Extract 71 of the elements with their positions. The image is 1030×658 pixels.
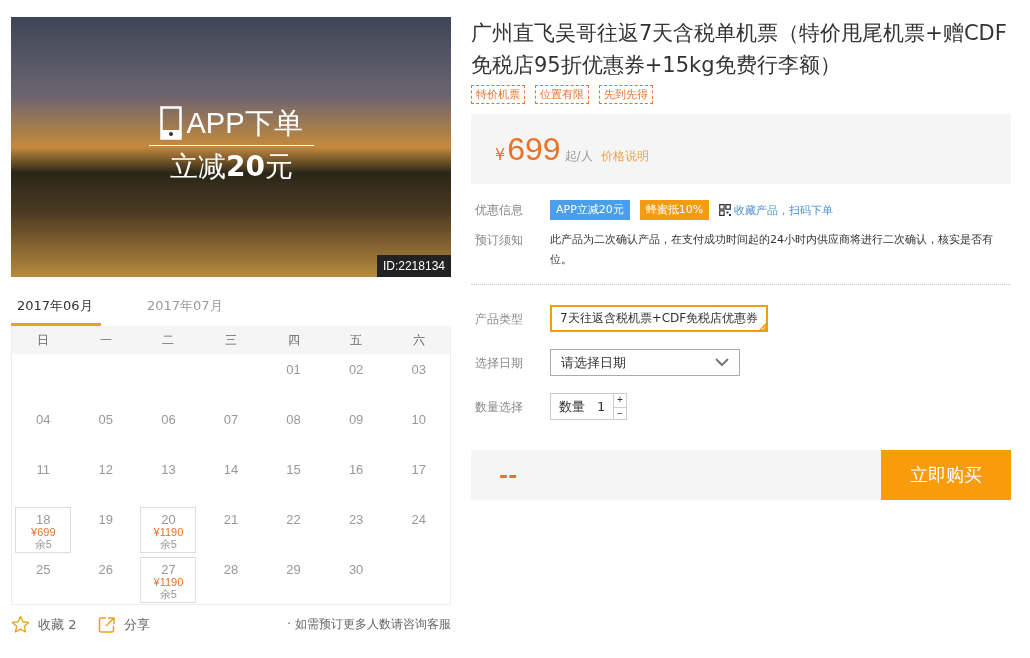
star-icon xyxy=(11,615,30,634)
booking-notice: 此产品为二次确认产品，在支付成功时间起的24小时内供应商将进行二次确认，核实是否有位。 xyxy=(550,232,994,268)
field-label: 数量选择 xyxy=(474,398,524,416)
calendar-day[interactable]: 02 xyxy=(348,357,364,377)
calendar-day[interactable]: 13 xyxy=(161,457,176,477)
calendar-day[interactable]: 14 xyxy=(223,457,239,477)
calendar-day[interactable]: 08 xyxy=(286,407,301,427)
calendar-day[interactable]: 03 xyxy=(411,357,426,377)
product-title: 广州直飞吴哥往返7天含税单机票（特价甩尾机票+赠CDF免税店95折优惠券+15kg免费行李额） xyxy=(471,20,1008,79)
weekday-label: 五 xyxy=(349,331,364,349)
chevron-down-icon xyxy=(715,358,729,367)
weekday-label: 一 xyxy=(98,331,113,349)
favorite-button[interactable]: 收藏 2 xyxy=(11,615,77,634)
date-select[interactable]: 请选择日期 xyxy=(550,349,740,376)
product-tag: 特价机票 xyxy=(471,85,525,104)
calendar-day[interactable]: 11 xyxy=(36,457,51,477)
calendar-day[interactable]: 04 xyxy=(36,407,51,427)
calendar-day[interactable]: 22 xyxy=(286,507,301,527)
banner-discount: 立减20元 xyxy=(170,149,293,185)
field-label: 优惠信息 xyxy=(474,202,524,219)
calendar-day[interactable]: 28 xyxy=(223,557,239,577)
booking-note: · 如需预订更多人数请咨询客服 xyxy=(287,616,451,633)
price-info-link[interactable]: 价格说明 xyxy=(600,121,649,191)
qr-code-icon xyxy=(719,204,732,216)
field-label: 选择日期 xyxy=(474,354,524,372)
currency-symbol: ¥ xyxy=(495,144,506,166)
share-icon xyxy=(98,615,117,634)
check-corner-icon xyxy=(758,322,768,331)
calendar-day[interactable]: 12 xyxy=(98,457,114,477)
calendar-day[interactable]: 26 xyxy=(98,557,114,577)
calendar-day[interactable]: 10 xyxy=(411,407,426,427)
calendar-day[interactable]: 09 xyxy=(348,407,364,427)
calendar-day[interactable]: 07 xyxy=(223,407,239,427)
scan-order-link[interactable]: 收藏产品，扫码下单 xyxy=(734,202,834,218)
calendar-day[interactable]: 01 xyxy=(286,357,301,377)
buy-now-button[interactable]: 立即购买 xyxy=(881,450,1011,500)
calendar-day[interactable]: 17 xyxy=(411,457,426,477)
calendar-day[interactable]: 06 xyxy=(161,407,176,427)
calendar-day[interactable]: 24 xyxy=(411,507,426,527)
month-tab[interactable]: 2017年07月 xyxy=(141,295,231,326)
bookable-day[interactable]: 18 ¥699 余5 xyxy=(15,507,72,553)
weekday-label: 四 xyxy=(286,331,301,349)
phone-icon xyxy=(160,106,183,140)
field-label: 预订须知 xyxy=(474,232,524,249)
product-id: ID:2218134 xyxy=(376,255,451,277)
total-price: -- xyxy=(498,462,518,488)
calendar-day[interactable]: 15 xyxy=(286,457,301,477)
calendar-day[interactable]: 05 xyxy=(98,407,114,427)
calendar-day[interactable]: 21 xyxy=(223,507,239,527)
calendar-day[interactable]: 16 xyxy=(348,457,364,477)
price-amount: 699 xyxy=(507,130,561,169)
bookable-day[interactable]: 27 ¥1190 余5 xyxy=(140,557,197,603)
promo-badge: APP立减20元 xyxy=(550,200,630,220)
weekday-label: 六 xyxy=(411,331,426,349)
calendar-day[interactable]: 29 xyxy=(286,557,301,577)
weekday-label: 二 xyxy=(161,331,176,349)
weekday-label: 日 xyxy=(36,331,51,349)
product-tag: 位置有限 xyxy=(535,85,589,104)
calendar-day[interactable]: 23 xyxy=(348,507,364,527)
bookable-day[interactable]: 20 ¥1190 余5 xyxy=(140,507,197,553)
product-type-option[interactable]: 7天往返含税机票+CDF免税店优惠券 xyxy=(550,305,769,332)
field-label: 产品类型 xyxy=(474,310,524,328)
price-unit: 起/人 xyxy=(564,148,593,165)
calendar-day[interactable]: 30 xyxy=(348,557,364,577)
calendar-day[interactable]: 19 xyxy=(98,507,114,527)
calendar-day[interactable]: 25 xyxy=(36,557,51,577)
share-button[interactable]: 分享 xyxy=(98,615,151,634)
product-tag: 先到先得 xyxy=(599,85,653,104)
weekday-label: 三 xyxy=(224,331,238,349)
promo-badge: 蜂蜜抵10% xyxy=(639,200,710,220)
banner-headline: APP下单 xyxy=(186,106,303,141)
